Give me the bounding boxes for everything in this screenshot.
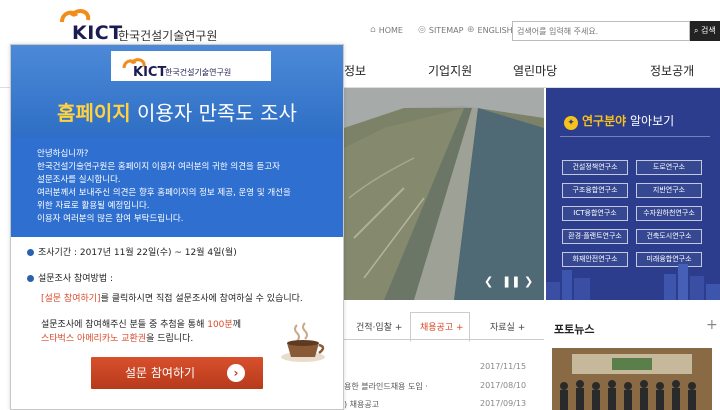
search-icon: ⌕ <box>694 26 699 35</box>
popup-logo-kict-text: KICT <box>133 65 167 80</box>
site-logo[interactable]: KICT 한국건설기술연구원 <box>58 8 258 44</box>
util-home-label: HOME <box>378 25 403 35</box>
nav-item-info[interactable]: 정보 <box>344 62 366 79</box>
popup-intro-line: 안녕하십니까? <box>37 149 89 159</box>
research-button-architecture[interactable]: 건축도시연구소 <box>636 229 702 244</box>
tab-archive[interactable]: 자료실 + <box>490 320 525 333</box>
logo-institute-name: 한국건설기술연구원 <box>118 29 218 43</box>
survey-method-text: [설문 참여하기]를 클릭하시면 직접 설문조사에 참여하실 수 있습니다. <box>41 291 303 304</box>
sitemap-icon: ◎ <box>418 25 426 35</box>
reward-line-1: 설문조사에 참여해주신 분들 중 추첨을 통해 100분께 <box>41 317 241 330</box>
util-sitemap-link[interactable]: ◎ SITEMAP <box>418 25 463 35</box>
research-button-policy[interactable]: 건설정책연구소 <box>562 160 628 175</box>
hero-pause-icon[interactable]: ❚❚ <box>502 275 520 288</box>
util-sitemap-label: SITEMAP <box>428 25 464 35</box>
news-item-date: 2017/08/10 <box>480 381 527 390</box>
tab-bidding[interactable]: 건적·입찰 + <box>356 320 402 333</box>
news-item-title: 용한 블라인드채용 도입 · <box>344 382 428 391</box>
search-input[interactable] <box>512 21 690 41</box>
news-item-date: 2017/11/15 <box>480 362 527 371</box>
news-item-date: 2017/09/13 <box>480 399 527 408</box>
nav-item-business-support[interactable]: 기업지원 <box>428 62 472 79</box>
coffee-cup-icon <box>281 322 325 362</box>
reward-count: 100분 <box>207 320 233 330</box>
research-button-water[interactable]: 수자원하천연구소 <box>636 206 702 221</box>
research-button-structure[interactable]: 구조융합연구소 <box>562 183 628 198</box>
chevron-right-icon: › <box>227 364 245 382</box>
nav-item-disclosure[interactable]: 정보공개 <box>650 62 694 79</box>
popup-header: KICT 한국건설기술연구원 홈페이지 이용자 만족도 조사 <box>11 45 343 137</box>
logo-kict-text: KICT <box>72 22 123 44</box>
news-item[interactable]: ) 채용공고 2017/09/13 <box>344 399 544 410</box>
popup-intro-line: 위한 자료로 활용될 예정입니다. <box>37 201 150 211</box>
survey-method-label: 설문조사 참여방법 : <box>38 274 113 284</box>
search-button-label: 검색 <box>701 26 716 35</box>
popup-intro-line: 여러분께서 보내주신 의견은 향후 홈페이지의 정보 제공, 운영 및 개선을 <box>37 188 291 198</box>
popup-intro-line: 이용자 여러분의 많은 참여 부탁드립니다. <box>37 214 184 224</box>
search-button[interactable]: ⌕ 검색 <box>690 21 720 41</box>
research-button-ict[interactable]: ICT융합연구소 <box>562 206 628 221</box>
popup-logo-institute-name: 한국건설기술연구원 <box>165 68 232 77</box>
research-button-environment[interactable]: 환경·플랜트연구소 <box>562 229 628 244</box>
tab-recruitment[interactable]: 채용공고 + <box>420 320 464 333</box>
research-title-rest: 알아보기 <box>630 114 675 128</box>
hero-prev-icon[interactable]: ❮ <box>484 275 493 288</box>
popup-intro-line: 설문조사를 실시합니다. <box>37 175 121 185</box>
popup-title: 홈페이지 이용자 만족도 조사 <box>11 97 343 126</box>
survey-method-heading: 설문조사 참여방법 : <box>27 271 113 284</box>
research-title: ✦ 연구분야 알아보기 <box>564 112 674 130</box>
globe-icon: ⊕ <box>467 25 475 35</box>
survey-link-text[interactable]: [설문 참여하기] <box>41 294 101 304</box>
hero-image <box>344 88 544 300</box>
hero-next-icon[interactable]: ❯ <box>524 275 533 288</box>
board-tabs: 건적·입찰 + 채용공고 + 자료실 + <box>344 314 544 340</box>
tab-archive-label: 자료실 <box>490 323 515 333</box>
news-item[interactable]: 용한 블라인드채용 도입 · 2017/08/10 <box>344 381 544 392</box>
home-icon: ⌂ <box>370 25 376 35</box>
util-english-label: ENGLISH <box>477 25 513 35</box>
research-divider <box>560 136 710 137</box>
survey-method-rest: 를 클릭하시면 직접 설문조사에 참여하실 수 있습니다. <box>100 294 303 304</box>
nav-item-open-forum[interactable]: 열린마당 <box>513 62 557 79</box>
research-button-road[interactable]: 도로연구소 <box>636 160 702 175</box>
reward-line-1-a: 설문조사에 참여해주신 분들 중 추첨을 통해 <box>41 320 208 330</box>
survey-period: 조사기간 : 2017년 11월 22일(수) ~ 12월 4일(월) <box>27 245 237 258</box>
bullet-icon <box>27 249 34 256</box>
skyline-illustration <box>546 264 720 300</box>
news-item-title: ) 채용공고 <box>344 400 380 409</box>
reward-line-2-b: 을 드립니다. <box>146 334 194 344</box>
tab-bidding-label: 건적·입찰 <box>356 323 392 333</box>
photo-news-image[interactable] <box>552 348 712 410</box>
research-button-geotech[interactable]: 지반연구소 <box>636 183 702 198</box>
reward-line-1-c: 께 <box>232 320 241 330</box>
survey-period-text: 조사기간 : 2017년 11월 22일(수) ~ 12월 4일(월) <box>38 248 237 258</box>
util-home-link[interactable]: ⌂ HOME <box>370 25 403 35</box>
survey-popup: KICT 한국건설기술연구원 홈페이지 이용자 만족도 조사 안녕하십니까? 한… <box>10 44 344 410</box>
photo-news-title: 포토뉴스 <box>554 323 595 336</box>
bullet-icon <box>27 275 34 282</box>
popup-intro-line: 한국건설기술연구원은 홈페이지 이용자 여러분의 귀한 의견을 듣고자 <box>37 162 280 172</box>
survey-participate-label: 설문 참여하기 <box>125 366 196 380</box>
reward-line-2: 스타벅스 아메리카노 교환권을 드립니다. <box>41 331 193 344</box>
lightbulb-icon: ✦ <box>564 116 578 130</box>
popup-logo: KICT 한국건설기술연구원 <box>121 55 291 83</box>
group-photo <box>552 348 712 410</box>
tab-recruitment-label: 채용공고 <box>420 323 454 333</box>
popup-title-rest: 이용자 만족도 조사 <box>137 101 297 125</box>
util-english-link[interactable]: ⊕ ENGLISH <box>467 25 513 35</box>
research-title-highlight: 연구분야 <box>582 114 627 128</box>
survey-participate-button[interactable]: 설문 참여하기 › <box>91 357 263 389</box>
reward-item: 스타벅스 아메리카노 교환권 <box>41 334 147 344</box>
popup-intro: 안녕하십니까? 한국건설기술연구원은 홈페이지 이용자 여러분의 귀한 의견을 … <box>11 137 343 237</box>
popup-title-highlight: 홈페이지 <box>57 101 131 125</box>
photo-news-more-button[interactable]: + <box>706 317 718 333</box>
research-areas-panel: ✦ 연구분야 알아보기 건설정책연구소 도로연구소 구조융합연구소 지반연구소 I… <box>546 88 720 300</box>
aerial-river-photo <box>344 88 544 300</box>
